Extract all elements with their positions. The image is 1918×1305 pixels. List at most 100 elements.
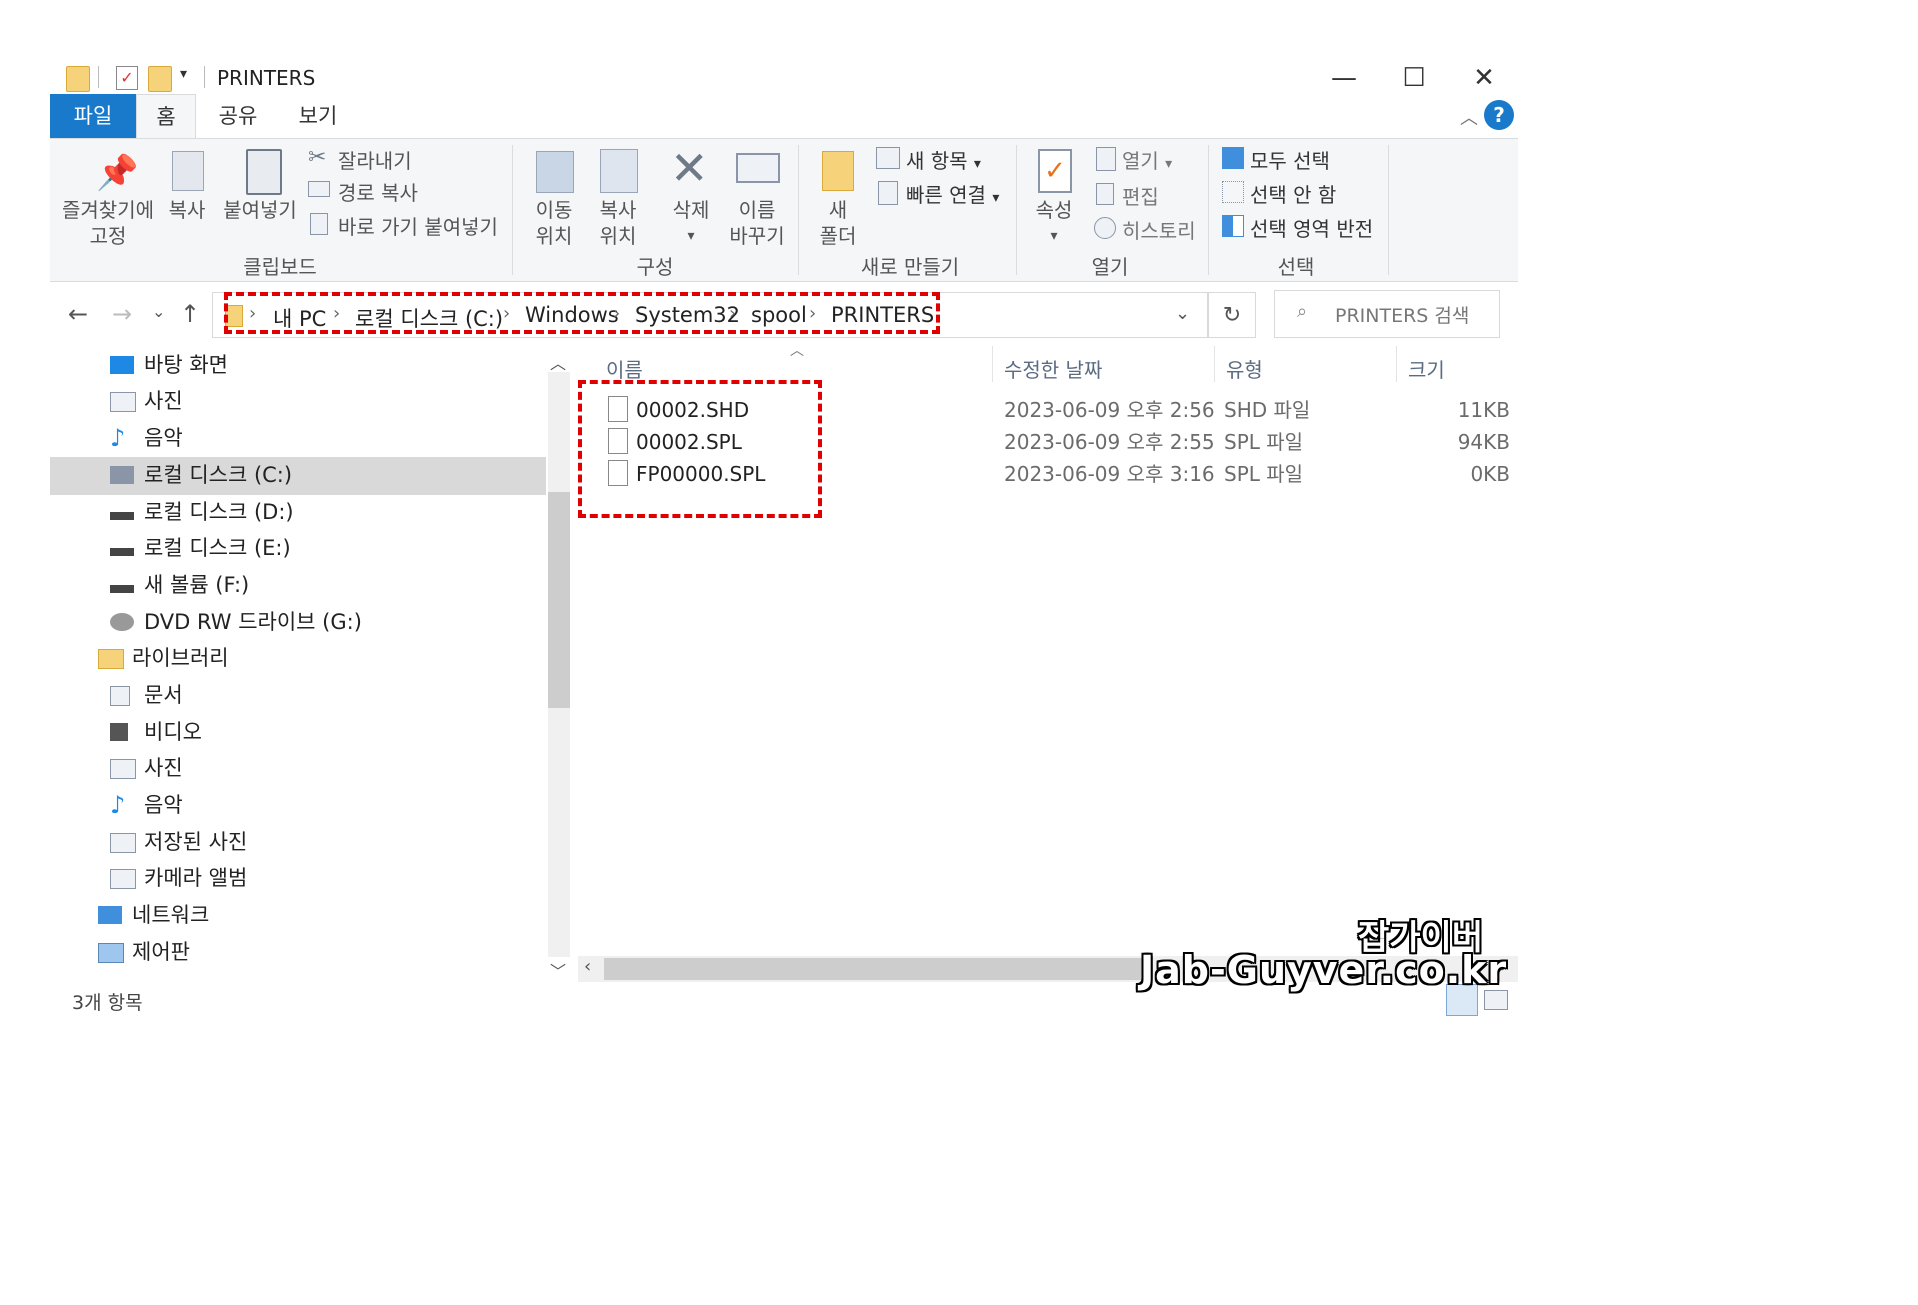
pictures-icon xyxy=(110,759,136,779)
tab-home[interactable]: 홈 xyxy=(136,94,196,139)
collapse-ribbon-icon[interactable]: ︿ xyxy=(1460,104,1478,130)
files-highlight-box xyxy=(578,380,822,518)
minimize-button[interactable]: — xyxy=(1314,58,1374,98)
search-box[interactable]: ⌕ PRINTERS 검색 xyxy=(1274,290,1500,338)
open-group-label: 열기 xyxy=(1091,255,1129,279)
nav-item-label: 사진 xyxy=(144,389,183,413)
dvd-drive-icon xyxy=(110,613,134,631)
paste-shortcut-button[interactable]: 바로 가기 붙여넣기 xyxy=(338,211,498,240)
delete-dropdown-icon[interactable]: ▾ xyxy=(656,223,726,249)
tab-file[interactable]: 파일 xyxy=(50,94,136,138)
new-item-label: 새 항목 xyxy=(906,149,968,173)
forward-arrow-icon[interactable]: → xyxy=(112,300,132,328)
new-item-button[interactable]: 새 항목 ▾ xyxy=(906,145,981,174)
up-arrow-icon[interactable]: ↑ xyxy=(180,300,200,328)
column-separator[interactable] xyxy=(1396,346,1397,382)
nav-item-label: 로컬 디스크 (E:) xyxy=(144,536,291,560)
new-folder-label-2: 폴더 xyxy=(819,224,857,248)
help-icon[interactable]: ? xyxy=(1484,100,1514,130)
maximize-button[interactable]: ☐ xyxy=(1384,58,1444,98)
desktop-icon xyxy=(110,356,134,374)
new-item-icon xyxy=(876,147,900,169)
refresh-button[interactable]: ↻ xyxy=(1208,292,1256,338)
rename-button[interactable]: 이름 바꾸기 xyxy=(722,197,792,249)
select-all-button[interactable]: 모두 선택 xyxy=(1250,145,1330,174)
nav-scroll-up-icon[interactable]: ︿ xyxy=(550,350,566,374)
open-button[interactable]: 열기 ▾ xyxy=(1122,145,1172,174)
column-header-name[interactable]: 이름 xyxy=(606,354,643,383)
properties-dropdown-icon[interactable]: ▾ xyxy=(1026,223,1082,249)
invert-selection-icon xyxy=(1222,215,1244,237)
file-date: 2023-06-09 오후 3:16 xyxy=(1004,462,1215,486)
new-folder-button[interactable]: 새 폴더 xyxy=(810,197,866,249)
refresh-icon: ↻ xyxy=(1222,302,1242,328)
tab-view[interactable]: 보기 xyxy=(288,94,348,138)
column-header-type[interactable]: 유형 xyxy=(1226,354,1263,383)
customize-quick-access-icon[interactable]: ▾ xyxy=(180,66,187,82)
horizontal-scrollbar-thumb[interactable] xyxy=(604,958,1144,980)
large-icons-view-icon[interactable] xyxy=(1484,990,1508,1010)
copy-button[interactable]: 복사 xyxy=(162,197,212,223)
address-history-dropdown-icon[interactable]: ⌄ xyxy=(1175,303,1190,324)
select-none-button[interactable]: 선택 안 함 xyxy=(1250,179,1336,208)
close-button[interactable]: ✕ xyxy=(1454,58,1514,98)
search-icon: ⌕ xyxy=(1297,301,1308,322)
videos-icon xyxy=(110,723,128,741)
column-separator[interactable] xyxy=(1214,346,1215,382)
cut-button[interactable]: 잘라내기 xyxy=(338,145,412,174)
file-type: SPL 파일 xyxy=(1224,462,1304,486)
paste-button[interactable]: 붙여넣기 xyxy=(220,197,300,223)
ribbon: 📌 즐겨찾기에 고정 복사 붙여넣기 ✂ 잘라내기 경로 복사 바로 가기 붙여… xyxy=(50,138,1518,282)
properties-quick-icon[interactable]: ✓ xyxy=(116,66,138,90)
copyto-label-2: 위치 xyxy=(599,224,637,248)
nav-scroll-down-icon[interactable]: ﹀ xyxy=(550,958,566,982)
select-group-label: 선택 xyxy=(1277,255,1315,279)
easy-access-button[interactable]: 빠른 연결 ▾ xyxy=(906,179,999,208)
file-date: 2023-06-09 오후 2:55 xyxy=(1004,430,1215,454)
rename-label-2: 바꾸기 xyxy=(729,224,785,248)
nav-scrollbar-thumb[interactable] xyxy=(548,492,570,708)
open-icon xyxy=(1096,147,1116,171)
open-label: 열기 xyxy=(1122,149,1159,173)
group-separator xyxy=(512,145,513,275)
recent-locations-icon[interactable]: ⌄ xyxy=(152,302,165,321)
move-to-button[interactable]: 이동 위치 xyxy=(522,197,586,249)
delete-button[interactable]: 삭제 ▾ xyxy=(656,197,726,249)
new-folder-quick-icon[interactable] xyxy=(148,66,172,92)
organize-group-label: 구성 xyxy=(636,255,674,279)
scissors-icon: ✂ xyxy=(308,145,327,170)
file-type: SHD 파일 xyxy=(1224,398,1311,422)
column-header-size[interactable]: 크기 xyxy=(1408,354,1445,383)
copy-icon xyxy=(172,151,204,191)
edit-icon xyxy=(1096,183,1114,205)
properties-button[interactable]: 속성 ▾ xyxy=(1026,197,1082,249)
paste-shortcut-icon xyxy=(310,213,328,235)
pictures-icon xyxy=(110,392,136,412)
file-size: 0KB xyxy=(1470,462,1510,486)
history-icon xyxy=(1094,217,1116,239)
pin-to-quick-access-button[interactable]: 즐겨찾기에 고정 xyxy=(58,197,158,249)
rename-label-1: 이름 xyxy=(738,198,776,222)
column-separator[interactable] xyxy=(992,346,993,382)
easy-access-label: 빠른 연결 xyxy=(906,183,986,207)
pin-label-1: 즐겨찾기에 xyxy=(62,198,154,222)
drive-icon xyxy=(110,585,134,593)
scroll-left-icon[interactable]: ‹ xyxy=(584,956,591,977)
nav-item-label: 사진 xyxy=(144,756,183,780)
file-size: 94KB xyxy=(1457,430,1510,454)
invert-selection-button[interactable]: 선택 영역 반전 xyxy=(1250,213,1373,242)
group-separator xyxy=(798,145,799,275)
new-folder-icon xyxy=(822,151,854,191)
copyto-label-1: 복사 xyxy=(599,198,637,222)
network-icon xyxy=(98,906,122,924)
edit-button[interactable]: 편집 xyxy=(1122,181,1159,210)
column-header-date[interactable]: 수정한 날짜 xyxy=(1004,354,1102,383)
system-drive-icon xyxy=(110,466,134,484)
tab-share[interactable]: 공유 xyxy=(208,94,268,138)
back-arrow-icon[interactable]: ← xyxy=(68,300,88,328)
sort-ascending-icon: ︿ xyxy=(790,343,804,359)
move-label-2: 위치 xyxy=(535,224,573,248)
history-button[interactable]: 히스토리 xyxy=(1122,215,1196,244)
copy-to-button[interactable]: 복사 위치 xyxy=(586,197,650,249)
copy-path-button[interactable]: 경로 복사 xyxy=(338,177,418,206)
